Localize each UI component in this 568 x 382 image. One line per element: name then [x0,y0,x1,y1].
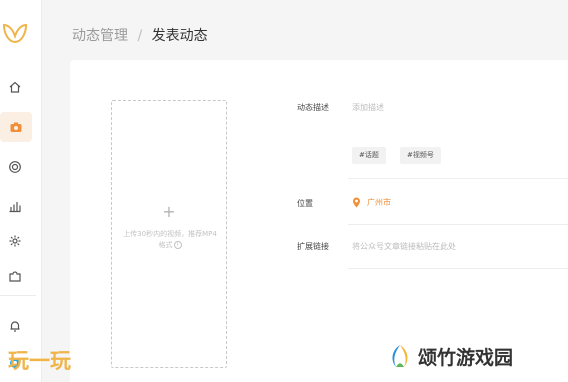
plus-icon: + [162,202,176,221]
description-input[interactable]: 添加描述 [352,102,384,113]
watermark-left: 玩一玩 [8,349,71,373]
breadcrumb-separator: / [137,28,143,44]
sidebar-item-plugins[interactable] [0,261,30,291]
target-icon [9,161,21,173]
location-pin-icon [353,197,360,208]
camera-icon [10,122,22,132]
bar-chart-icon [9,202,21,213]
extended-link-label: 扩展链接 [297,242,329,251]
channel-tag-button[interactable]: #视频号 [400,147,441,164]
divider [348,178,568,179]
description-label: 动态描述 [297,103,329,112]
sidebar-item-home[interactable] [0,72,30,102]
location-selector[interactable]: 广州市 [352,197,391,208]
video-upload-area[interactable]: + 上传30秒内的视频，推荐MP4格式 i [111,100,227,368]
upload-hint-text: 上传30秒内的视频，推荐MP4格式 [123,230,217,249]
home-icon [9,81,21,93]
sidebar [0,0,42,382]
watermark-right-text: 颂竹游戏园 [418,347,514,369]
location-label: 位置 [297,199,313,208]
sidebar-item-live[interactable] [0,152,30,182]
divider [348,268,568,269]
info-icon[interactable]: i [173,241,182,249]
sidebar-item-settings[interactable] [0,226,30,256]
post-form-card: + 上传30秒内的视频，推荐MP4格式 i 动态描述 添加描述 #话题 #视频号 … [70,60,568,382]
sidebar-item-data[interactable] [0,191,30,221]
logo-icon [2,23,28,44]
topic-tag-button[interactable]: #话题 [352,147,386,164]
watermark-logo-icon [392,345,408,367]
sidebar-divider [0,295,36,296]
location-value: 广州市 [367,198,391,207]
extended-link-input[interactable]: 将公众号文章链接粘贴在此处 [352,241,456,252]
puzzle-icon [9,271,21,282]
upload-hint: 上传30秒内的视频，推荐MP4格式 i [120,229,220,251]
gear-icon [9,235,21,247]
sidebar-item-notifications[interactable] [0,311,30,341]
sidebar-item-post[interactable] [0,112,32,142]
bell-icon [10,321,20,332]
breadcrumb-parent[interactable]: 动态管理 [72,28,128,44]
breadcrumb: 动态管理 / 发表动态 [72,25,208,45]
watermark-right: 颂竹游戏园 [386,341,556,373]
page-title: 发表动态 [151,28,208,44]
divider [348,224,568,225]
